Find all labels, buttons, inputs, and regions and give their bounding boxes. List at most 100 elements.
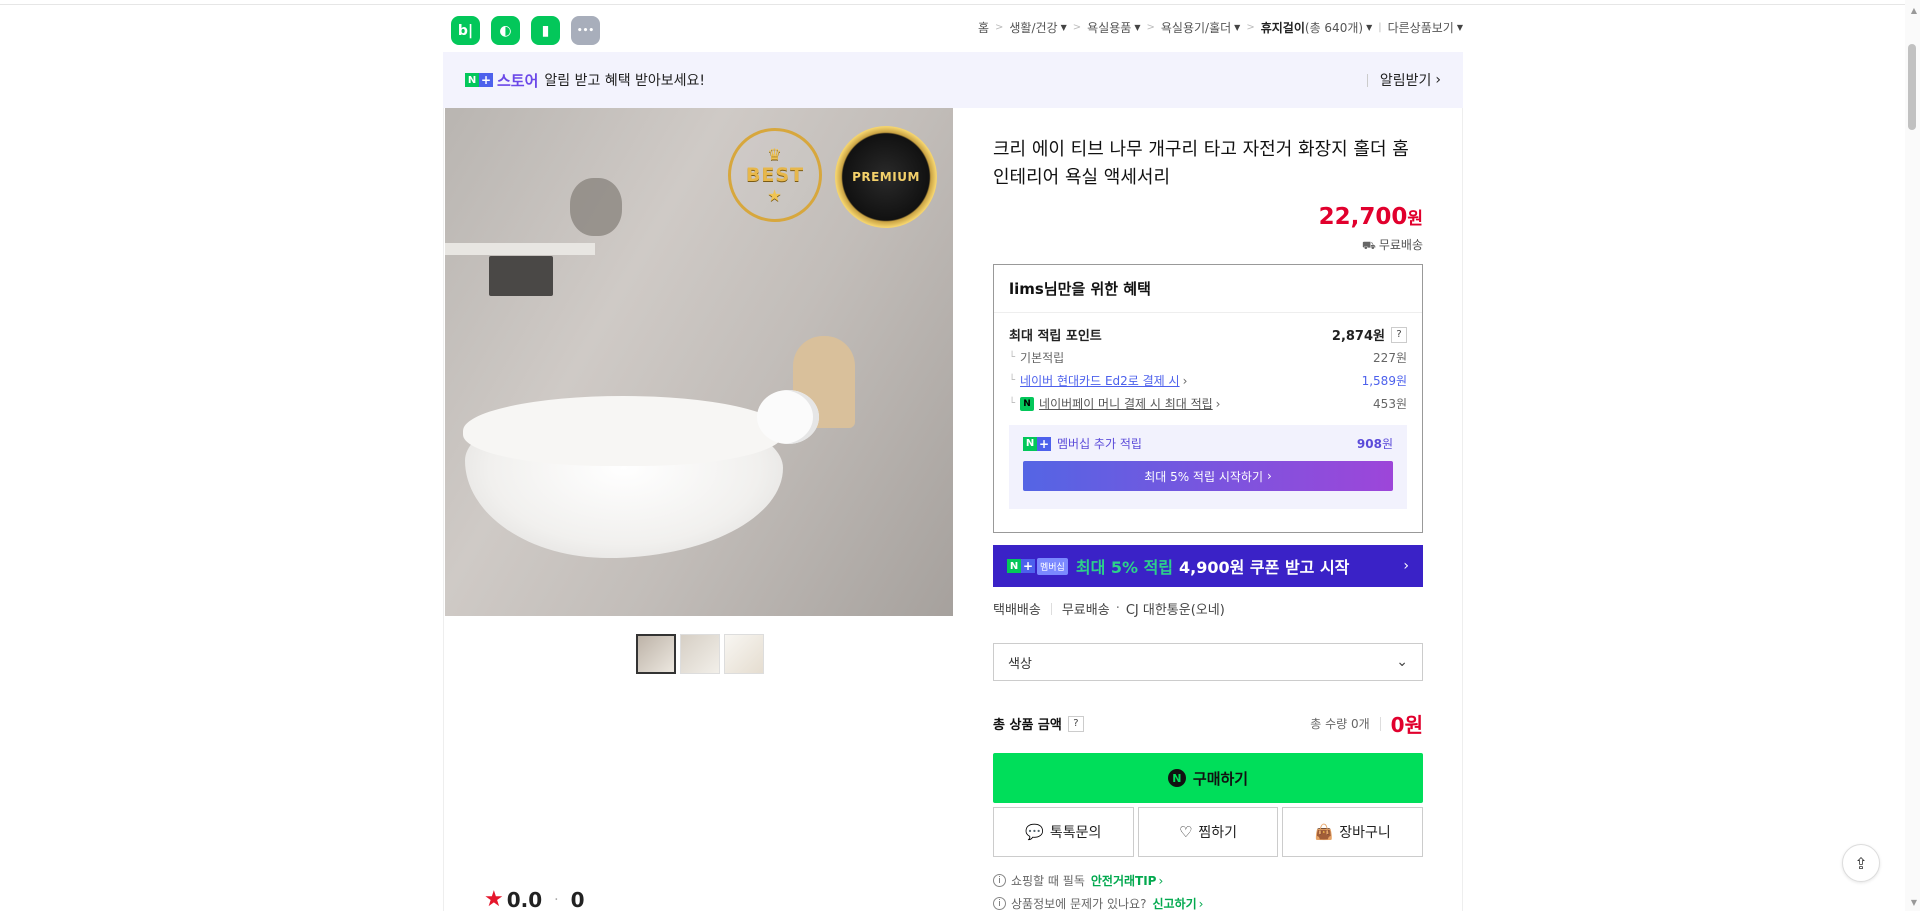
wishlist-button[interactable]: ♡ 찜하기 [1137,807,1279,857]
divider [1379,716,1381,731]
breadcrumb: 홈 > 생활/건강 ▼ > 욕실용품 ▼ > 욕실용기/홀더 ▼ > 휴지걸이 (총 6… [978,19,1463,36]
premium-badge-text: PREMIUM [852,170,920,184]
membership-tag: 멤버십 [1037,557,1068,575]
caret-down-icon[interactable]: ▼ [1366,23,1372,32]
scroll-thumb[interactable] [1908,44,1916,130]
breadcrumb-cat1[interactable]: 생활/건강 [1009,19,1057,36]
store-notice-banner: N + 스토어 알림 받고 혜택 받아보세요! 알림받기 › [443,52,1463,108]
truck-icon: ⛟ [1361,239,1376,252]
buy-button[interactable]: N 구매하기 [993,753,1423,803]
promo-text: 4,900원 쿠폰 받고 시작 [1179,558,1350,577]
browser-top-edge [0,0,1920,5]
help-icon[interactable]: ? [1391,326,1407,343]
notify-label: 알림받기 [1379,73,1432,89]
secondary-actions: 💬 톡톡문의 ♡ 찜하기 👜 장바구니 [993,807,1424,857]
thumbnail-1[interactable] [636,634,676,674]
chat-bubble-icon: 💬 [1025,823,1044,841]
breadcrumb-count: (총 640개) [1304,21,1364,35]
shopping-bag-icon: 👜 [1314,823,1334,841]
store-label: 스토어 [497,71,539,90]
banner-message: 알림 받고 혜택 받아보세요! [544,73,706,89]
chevron-right-icon: › [1435,72,1441,88]
thumbnail-strip [636,634,764,674]
thumbnail-2[interactable] [680,634,720,674]
delivery-fee: 무료배송 [1061,603,1110,618]
tips-section: i 쇼핑할 때 필독 안전거래TIP › i 상품정보에 문제가 있나요? 신고하기 › [993,869,1423,911]
chevron-right-icon: › [1267,469,1272,483]
breadcrumb-cat4[interactable]: 휴지걸이 [1261,19,1305,36]
basic-points-row: └ 기본적립 227원 [1009,351,1407,365]
shipping-info: ⛟ 무료배송 [1361,238,1423,252]
heart-icon: ♡ [1178,823,1193,841]
promo-highlight: 최대 5% 적립 [1075,558,1174,577]
notify-link[interactable]: 알림받기 › [1366,70,1441,90]
membership-promo-banner[interactable]: N + 멤버십 최대 5% 적립 4,900원 쿠폰 받고 시작 › [993,545,1423,587]
cart-button[interactable]: 👜 장바구니 [1282,807,1424,857]
divider: | [1378,22,1382,33]
chevron-right-icon: › [1198,896,1204,911]
caret-down-icon[interactable]: ▼ [1061,23,1067,32]
membership-start-button[interactable]: 최대 5% 적립 시작하기 › [1023,461,1393,491]
app-shortcuts: b| ◐ ▮ ••• [451,16,600,45]
report-link[interactable]: 신고하기 [1152,895,1196,911]
naverpay-icon: N [1020,396,1035,411]
chevron-down-icon: ⌄ [1396,654,1408,670]
paper-roll [757,390,819,444]
tree-branch-icon: └ [1009,398,1016,409]
product-info: 크리 에이 티브 나무 개구리 타고 자전거 화장지 홀더 홈 인테리어 욕실 … [993,108,1424,911]
membership-box: N + 멤버십 추가 적립 908원 최대 5% 적립 시작하기 › [1009,425,1407,509]
pay-points-row: └ N 네이버페이 머니 결제 시 최대 적립 › 453원 [1009,395,1407,412]
safe-trade-tip-link[interactable]: 안전거래TIP [1091,872,1157,889]
caret-down-icon[interactable]: ▼ [1134,23,1140,32]
color-option-select[interactable]: 색상 ⌄ [993,643,1423,681]
product-main: ♛ BEST ★ PREMIUM ★ 0.0 · 0 크리 에이 티브 나무 개… [443,108,1463,911]
blog-icon[interactable]: b| [451,16,480,45]
membership-label: 멤버십 추가 적립 [1057,437,1142,451]
flush-plate [489,256,553,296]
breadcrumb-cat3[interactable]: 욕실용기/홀더 [1161,19,1231,36]
page-scrollbar[interactable]: ▲ ▼ [1905,0,1920,911]
tree-branch-icon: └ [1009,352,1016,363]
thumbnail-3[interactable] [724,634,764,674]
review-count: 0 [570,887,585,911]
caret-down-icon[interactable]: ▼ [1234,23,1240,32]
chevron-right-icon: › [1182,373,1188,388]
chevron-right-icon: › [1403,558,1409,574]
scroll-down-arrow[interactable]: ▼ [1911,898,1917,907]
naver-plus-logo: N + [465,73,493,87]
separator-dot: · [1115,601,1120,616]
product-title: 크리 에이 티브 나무 개구리 타고 자전거 화장지 홀더 홈 인테리어 욕실 … [993,139,1409,188]
share-icon: ⇪ [1854,853,1868,873]
bookmark-icon[interactable]: ▮ [531,16,560,45]
chevron-right-icon: > [995,22,1004,33]
breadcrumb-home[interactable]: 홈 [978,19,989,36]
premium-badge: PREMIUM [835,126,937,228]
chevron-right-icon: › [1158,873,1164,888]
breadcrumb-cat2[interactable]: 욕실용품 [1087,19,1131,36]
talk-inquiry-button[interactable]: 💬 톡톡문의 [993,807,1134,857]
review-rating[interactable]: ★ 0.0 · 0 [484,887,585,911]
chevron-right-icon: > [1072,22,1082,33]
toilet-lid [463,396,783,466]
max-points-row: 최대 적립 포인트 2,874원? [994,323,1422,346]
total-amount: 0원 [1390,713,1423,737]
info-icon: i [993,874,1006,887]
star-icon: ★ [484,887,504,911]
product-image[interactable]: ♛ BEST ★ PREMIUM [445,108,953,616]
benefit-box: lims님만을 위한 혜택 최대 적립 포인트 2,874원? └ 기본적립 22… [993,264,1423,533]
card-benefit-link[interactable]: 네이버 현대카드 Ed2로 결제 시 [1020,372,1180,389]
share-button[interactable]: ⇪ [1842,844,1880,882]
more-icon[interactable]: ••• [571,16,600,45]
product-price: 22,700원 [1318,204,1423,230]
total-row: 총 상품 금액? 총 수량 0개 0원 [993,709,1423,738]
apple-icon[interactable]: ◐ [491,16,520,45]
caret-down-icon[interactable]: ▼ [1457,23,1463,32]
wall-shelf [445,243,595,255]
pay-benefit-link[interactable]: 네이버페이 머니 결제 시 최대 적립 [1039,395,1213,412]
best-badge: ♛ BEST ★ [728,128,822,222]
scroll-up-arrow[interactable]: ▲ [1911,6,1917,15]
other-products-link[interactable]: 다른상품보기 [1388,19,1454,36]
benefit-heading: lims님만을 위한 혜택 [994,265,1422,313]
help-icon[interactable]: ? [1067,715,1084,732]
divider [1050,602,1052,615]
